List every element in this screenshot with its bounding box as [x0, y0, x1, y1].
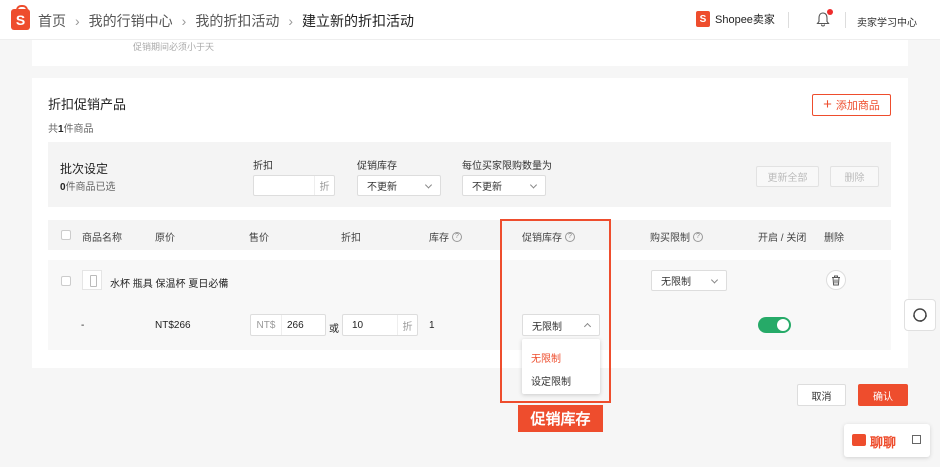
discount-suffix: 折 [397, 315, 417, 335]
chat-widget[interactable]: 聊聊 [844, 424, 930, 457]
chat-icon [852, 434, 866, 446]
discount-input[interactable]: 10 折 [342, 314, 418, 336]
chevron-right-icon: › [75, 13, 80, 29]
period-card: 促销期间必须小于天 [32, 40, 908, 66]
col-discount: 折扣 [341, 233, 361, 244]
batch-title: 批次设定 [60, 162, 109, 176]
product-name: 水杯 瓶具 保温杯 夏日必備 [110, 279, 229, 290]
shopee-logo[interactable]: S [11, 5, 30, 30]
highlight-label: 促销库存 [518, 405, 603, 432]
breadcrumb-home[interactable]: 首页 [38, 11, 66, 31]
top-bar: S 首页 › 我的行销中心 › 我的折扣活动 › 建立新的折扣活动 S Shop… [0, 0, 940, 40]
seller-learning-link[interactable]: 卖家学习中心 [857, 14, 917, 29]
purchase-limit-select[interactable]: 无限制 [651, 270, 727, 291]
minimize-icon[interactable] [912, 435, 921, 444]
discount-suffix: 折 [314, 176, 334, 195]
batch-limit-label: 每位买家限购数量为 [462, 161, 552, 172]
add-product-button[interactable]: + 添加商品 [812, 94, 891, 116]
breadcrumb-marketing[interactable]: 我的行销中心 [89, 11, 173, 31]
help-icon[interactable]: ? [452, 231, 462, 242]
col-stock: 库存? [429, 229, 462, 244]
brand-label: Shopee卖家 [715, 14, 775, 26]
enable-toggle[interactable] [758, 317, 791, 333]
col-delete: 删除 [824, 233, 844, 244]
product-count: 共1件商品 [48, 124, 94, 135]
breadcrumb: 首页 › 我的行销中心 › 我的折扣活动 › 建立新的折扣活动 [38, 11, 414, 31]
batch-discount-label: 折扣 [253, 161, 273, 172]
section-title: 折扣促销产品 [48, 97, 127, 112]
batch-limit-select[interactable]: 不更新 [462, 175, 546, 196]
col-original-price: 原价 [155, 233, 175, 244]
notification-dot [827, 9, 833, 15]
notification-bell-icon[interactable] [816, 9, 833, 27]
plus-icon: + [823, 96, 832, 113]
chevron-down-icon [424, 180, 433, 189]
product-thumbnail [82, 270, 102, 290]
chat-label: 聊聊 [870, 435, 897, 450]
update-all-button[interactable]: 更新全部 [756, 166, 819, 187]
col-sale-price: 售价 [249, 233, 269, 244]
chevron-down-icon [710, 275, 719, 284]
batch-stock-label: 促销库存 [357, 161, 397, 172]
divider [788, 12, 789, 28]
col-purchase-limit: 购买限制? [650, 229, 703, 244]
col-product-name: 商品名称 [82, 233, 122, 244]
confirm-button[interactable]: 确认 [858, 384, 908, 406]
cancel-button[interactable]: 取消 [797, 384, 846, 406]
seller-brand[interactable]: S Shopee卖家 [696, 11, 775, 27]
highlight-box [500, 219, 611, 403]
or-label: 或 [329, 324, 339, 335]
chevron-down-icon [529, 180, 538, 189]
col-enable: 开启 / 关闭 [758, 233, 807, 244]
product-row [48, 260, 891, 350]
breadcrumb-discounts[interactable]: 我的折扣活动 [195, 11, 279, 31]
batch-selected-count: 0件商品已选 [60, 182, 116, 193]
select-all-checkbox[interactable] [61, 230, 71, 240]
batch-stock-select[interactable]: 不更新 [357, 175, 441, 196]
divider [845, 12, 846, 28]
currency-prefix: NT$ [251, 315, 282, 335]
period-note: 促销期间必须小于天 [133, 42, 215, 52]
chevron-right-icon: › [181, 13, 187, 29]
breadcrumb-current: 建立新的折扣活动 [302, 13, 415, 29]
shopee-bag-icon: S [696, 11, 710, 27]
stock-value: 1 [429, 320, 435, 331]
product-checkbox[interactable] [61, 276, 71, 286]
batch-delete-button[interactable]: 删除 [830, 166, 879, 187]
variation-name: - [81, 320, 85, 331]
customer-support-icon[interactable] [904, 299, 936, 331]
batch-discount-input[interactable]: 折 [253, 175, 335, 196]
chevron-right-icon: › [288, 13, 294, 29]
delete-product-icon[interactable] [826, 270, 846, 290]
original-price: NT$266 [155, 320, 191, 331]
help-icon[interactable]: ? [693, 231, 703, 242]
sale-price-input[interactable]: NT$ 266 [250, 314, 326, 336]
